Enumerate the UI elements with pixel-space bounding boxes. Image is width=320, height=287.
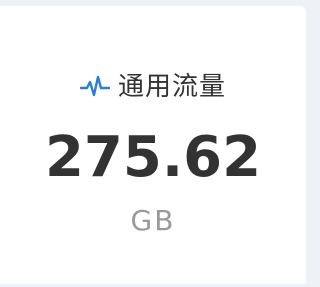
pulse-icon: [79, 75, 111, 99]
page-background: 通用流量 275.62 GB: [0, 0, 317, 287]
traffic-card: 通用流量 275.62 GB: [0, 6, 306, 284]
card-header: 通用流量: [0, 70, 306, 104]
traffic-value: 275.62: [44, 125, 262, 190]
traffic-unit: GB: [130, 204, 176, 237]
card-title: 通用流量: [117, 72, 226, 102]
